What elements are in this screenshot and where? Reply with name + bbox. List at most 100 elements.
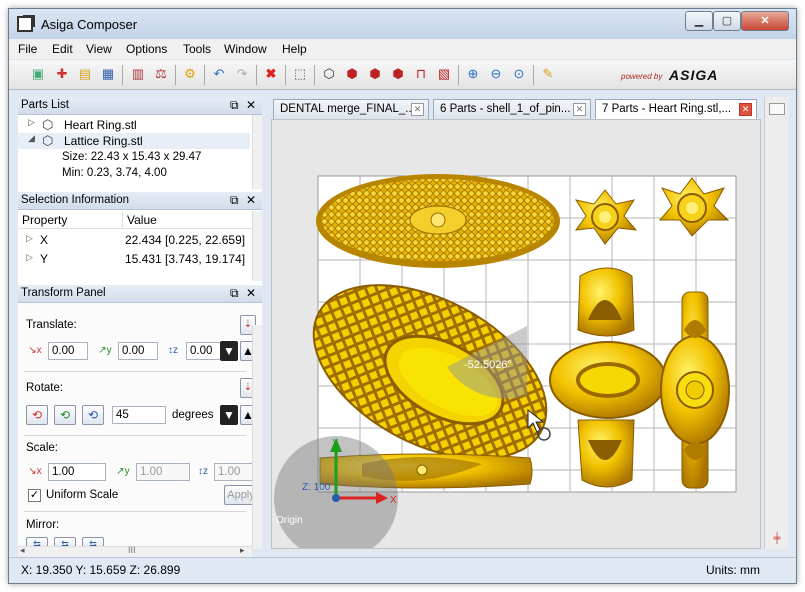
part-cube-icon: ⬡	[42, 117, 54, 132]
3d-viewport[interactable]: -52.5026° Y X Z: 100 Origin	[271, 119, 761, 549]
tab-close-icon[interactable]: ✕	[411, 103, 424, 116]
tab-dental-merge[interactable]: DENTAL merge_FINAL_...	[273, 99, 429, 119]
collapse-arrow-icon[interactable]: ◢	[28, 133, 35, 144]
zoom-out-icon[interactable]: ⊖	[487, 65, 505, 83]
rotate-units-label: degrees	[172, 409, 214, 421]
save-icon[interactable]: ▦	[99, 65, 117, 83]
status-bar: X: 19.350 Y: 15.659 Z: 26.899 Units: mm	[9, 557, 796, 583]
scroll-up-button[interactable]	[769, 103, 785, 115]
close-panel-icon[interactable]: ✕	[246, 193, 256, 207]
settings-gear-icon[interactable]: ⚙	[181, 65, 199, 83]
menu-options[interactable]: Options	[126, 42, 167, 56]
float-icon[interactable]: ⧉	[230, 193, 239, 208]
float-icon[interactable]: ⧉	[230, 98, 239, 113]
units-indicator: Units: mm	[706, 563, 760, 577]
close-panel-icon[interactable]: ✕	[246, 98, 256, 112]
maximize-button[interactable]: ▢	[713, 11, 741, 31]
z-axis-label: Z: 100	[302, 482, 331, 493]
transform-panel-scrollbar[interactable]	[252, 325, 262, 549]
axis-x-icon: ↘x	[28, 345, 42, 356]
cursor-coordinates: X: 19.350 Y: 15.659 Z: 26.899	[21, 563, 181, 577]
tree-item-heart-ring[interactable]: ▷ ⬡ Heart Ring.stl	[18, 117, 250, 133]
rotate-label: Rotate:	[26, 382, 64, 394]
transform-panel: Translate: ⇣ ↘x 0.00 ↗y 0.00 ↕z 0.00 ▼ ▲…	[18, 303, 262, 549]
rotate-x-icon[interactable]: ⟲	[26, 405, 48, 425]
close-button[interactable]: ✕	[741, 11, 789, 31]
table-row[interactable]: ▷ X 22.434 [0.225, 22.659]	[18, 231, 250, 250]
undo-icon[interactable]: ↶	[210, 65, 228, 83]
scale-x-input[interactable]: 1.00	[48, 463, 106, 481]
scale-z-input[interactable]: 1.00	[214, 463, 256, 481]
tab-7-parts[interactable]: 7 Parts - Heart Ring.stl,...	[595, 99, 757, 119]
menu-window[interactable]: Window	[224, 42, 267, 56]
transform-panel-header: Transform Panel ⧉ ✕	[18, 285, 262, 303]
selection-info-header: Selection Information ⧉ ✕	[18, 192, 262, 210]
left-pane: Parts List ⧉ ✕ ▷ ⬡ Heart Ring.stl ◢ ⬡ La…	[18, 97, 262, 549]
axis-y-icon: ↗y	[98, 345, 112, 356]
scroll-left-icon[interactable]: ◂	[20, 545, 25, 556]
uniform-scale-checkbox[interactable]: ✓	[28, 489, 41, 502]
scroll-right-icon[interactable]: ▸	[240, 545, 245, 556]
menu-edit[interactable]: Edit	[52, 42, 73, 56]
dotted-ring-part[interactable]	[316, 174, 560, 268]
expand-arrow-icon[interactable]: ▷	[28, 117, 35, 128]
y-axis-label: Y	[332, 438, 339, 449]
brand-logo: powered by ASIGA	[621, 67, 719, 83]
support-icon[interactable]: ⚖	[152, 65, 170, 83]
view-slice-icon[interactable]: ▧	[435, 65, 453, 83]
expand-arrow-icon[interactable]: ▷	[26, 252, 33, 263]
minimize-button[interactable]: ▁	[685, 11, 713, 31]
close-panel-icon[interactable]: ✕	[246, 286, 256, 300]
menu-file[interactable]: File	[18, 42, 37, 56]
ruler-icon[interactable]: ✎	[539, 65, 557, 83]
view-front-icon[interactable]: ⬢	[343, 65, 361, 83]
layout-icon[interactable]: ▥	[129, 65, 147, 83]
translate-down-button[interactable]: ▼	[220, 341, 238, 361]
rotate-down-button[interactable]: ▼	[220, 405, 238, 425]
zoom-in-icon[interactable]: ⊕	[464, 65, 482, 83]
window-title: Asiga Composer	[41, 17, 138, 32]
menu-help[interactable]: Help	[282, 42, 307, 56]
redo-icon[interactable]: ↷	[233, 65, 251, 83]
select-all-icon[interactable]: ⬚	[291, 65, 309, 83]
tab-6-parts[interactable]: 6 Parts - shell_1_of_pin...	[433, 99, 591, 119]
translate-x-input[interactable]: 0.00	[48, 342, 88, 360]
translate-y-input[interactable]: 0.00	[118, 342, 158, 360]
rotate-angle-input[interactable]: 45	[112, 406, 166, 424]
view-side-icon[interactable]: ⬢	[366, 65, 384, 83]
rotate-y-icon[interactable]: ⟲	[54, 405, 76, 425]
view-top-icon[interactable]: ⬢	[389, 65, 407, 83]
view-iso-icon[interactable]: ⬡	[320, 65, 338, 83]
expand-arrow-icon[interactable]: ▷	[26, 233, 33, 244]
scroll-end-icon[interactable]: ╪	[769, 534, 785, 544]
menu-tools[interactable]: Tools	[183, 42, 211, 56]
table-row[interactable]: ▷ Y 15.431 [3.743, 19.174]	[18, 250, 250, 269]
float-icon[interactable]: ⧉	[230, 286, 239, 301]
column-header-value[interactable]: Value	[123, 211, 252, 229]
origin-label: Origin	[276, 515, 303, 526]
delete-icon[interactable]: ✖	[262, 65, 280, 83]
zoom-fit-icon[interactable]: ⊙	[510, 65, 528, 83]
add-part-icon[interactable]: ✚	[53, 65, 71, 83]
column-header-property[interactable]: Property	[18, 211, 123, 229]
tab-close-icon[interactable]: ✕	[739, 103, 752, 116]
tab-close-icon[interactable]: ✕	[573, 103, 586, 116]
open-folder-icon[interactable]: ▤	[76, 65, 94, 83]
parts-list-scrollbar[interactable]	[252, 115, 262, 189]
tree-item-lattice-ring[interactable]: ◢ ⬡ Lattice Ring.stl	[18, 133, 250, 149]
viewport-vertical-scrollbar[interactable]: ╪	[764, 97, 788, 549]
view-section-icon[interactable]: ⊓	[412, 65, 430, 83]
parts-list: ▷ ⬡ Heart Ring.stl ◢ ⬡ Lattice Ring.stl …	[18, 115, 262, 189]
scale-y-input[interactable]: 1.00	[136, 463, 190, 481]
import-icon[interactable]: ▣	[29, 65, 47, 83]
selection-info-scrollbar[interactable]	[252, 211, 262, 281]
x-axis-label: X	[390, 495, 397, 506]
scroll-grip-icon: III	[128, 545, 136, 555]
rotate-z-icon[interactable]: ⟲	[82, 405, 104, 425]
title-bar: Asiga Composer ▁ ▢ ✕	[9, 9, 796, 39]
build-plate-scene: -52.5026° Y X Z: 100 Origin	[274, 174, 737, 548]
part-cube-icon: ⬡	[42, 133, 54, 148]
menu-view[interactable]: View	[86, 42, 112, 56]
mirror-label: Mirror:	[26, 519, 60, 531]
z-axis-dot	[332, 494, 340, 502]
